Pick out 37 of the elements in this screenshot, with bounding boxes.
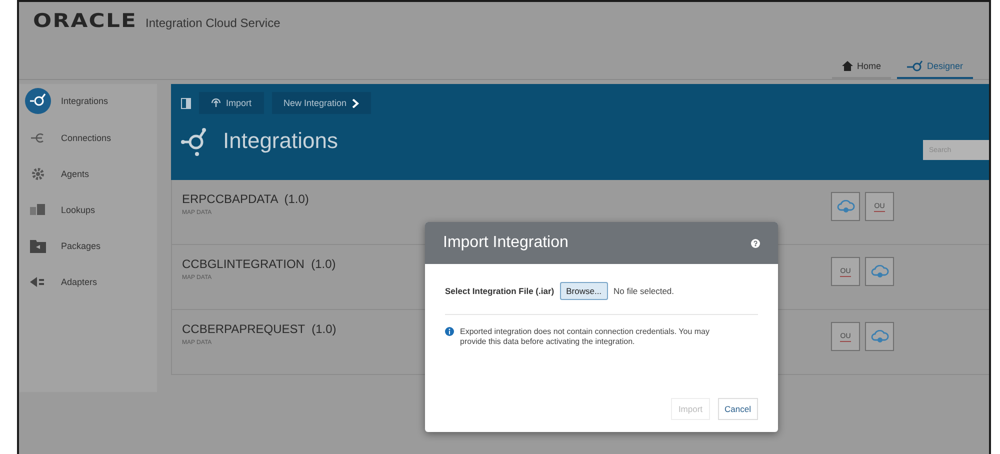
oracle-logo: ORACLE <box>33 10 138 32</box>
cloud-adapter-badge[interactable] <box>865 322 894 351</box>
plug-icon <box>30 276 46 288</box>
integration-name: CCBERPAPREQUEST (1.0) <box>182 322 336 336</box>
sidebar-item[interactable]: Lookups <box>25 198 157 222</box>
import-button[interactable]: Import <box>199 92 264 114</box>
info-message: Exported integration does not contain connection credentials. You may provide this data before activating the integration. <box>460 327 710 347</box>
nav-tab[interactable]: Designer <box>896 57 973 79</box>
sidebar-item[interactable]: Packages <box>25 234 157 258</box>
sidebar-item[interactable]: Connections <box>25 126 157 150</box>
browse-button[interactable]: Browse... <box>560 282 608 300</box>
panel-toggle-icon[interactable] <box>181 98 191 108</box>
cloud-adapter-badge[interactable] <box>831 192 860 221</box>
connection-icon <box>31 132 45 144</box>
sidebar-item[interactable]: Integrations <box>25 88 157 114</box>
sidebar-item[interactable]: Adapters <box>25 270 157 294</box>
integration-name: ERPCCBAPDATA (1.0) <box>182 192 309 206</box>
help-icon[interactable] <box>751 238 760 248</box>
page-title: Integrations <box>223 128 339 154</box>
upload-icon <box>211 98 221 108</box>
sidebar-item[interactable]: Agents <box>25 162 157 186</box>
product-name: Integration Cloud Service <box>146 16 280 30</box>
connector-icon <box>906 60 923 72</box>
folder-icon <box>30 239 46 253</box>
file-status: No file selected. <box>614 286 674 296</box>
house-icon <box>842 61 853 71</box>
nav-tab[interactable]: Home <box>832 57 891 79</box>
integration-name: CCBGLINTEGRATION (1.0) <box>182 257 336 271</box>
chevron-right-icon <box>352 98 359 108</box>
new-integration-button[interactable]: New Integration <box>272 92 371 114</box>
cancel-button[interactable]: Cancel <box>718 398 758 420</box>
info-icon <box>445 327 454 336</box>
cloud-adapter-badge[interactable] <box>865 257 894 286</box>
gear-icon <box>31 167 45 181</box>
file-label: Select Integration File (.iar) <box>445 286 554 296</box>
integrations-icon <box>25 88 51 114</box>
table-icon <box>30 204 46 216</box>
